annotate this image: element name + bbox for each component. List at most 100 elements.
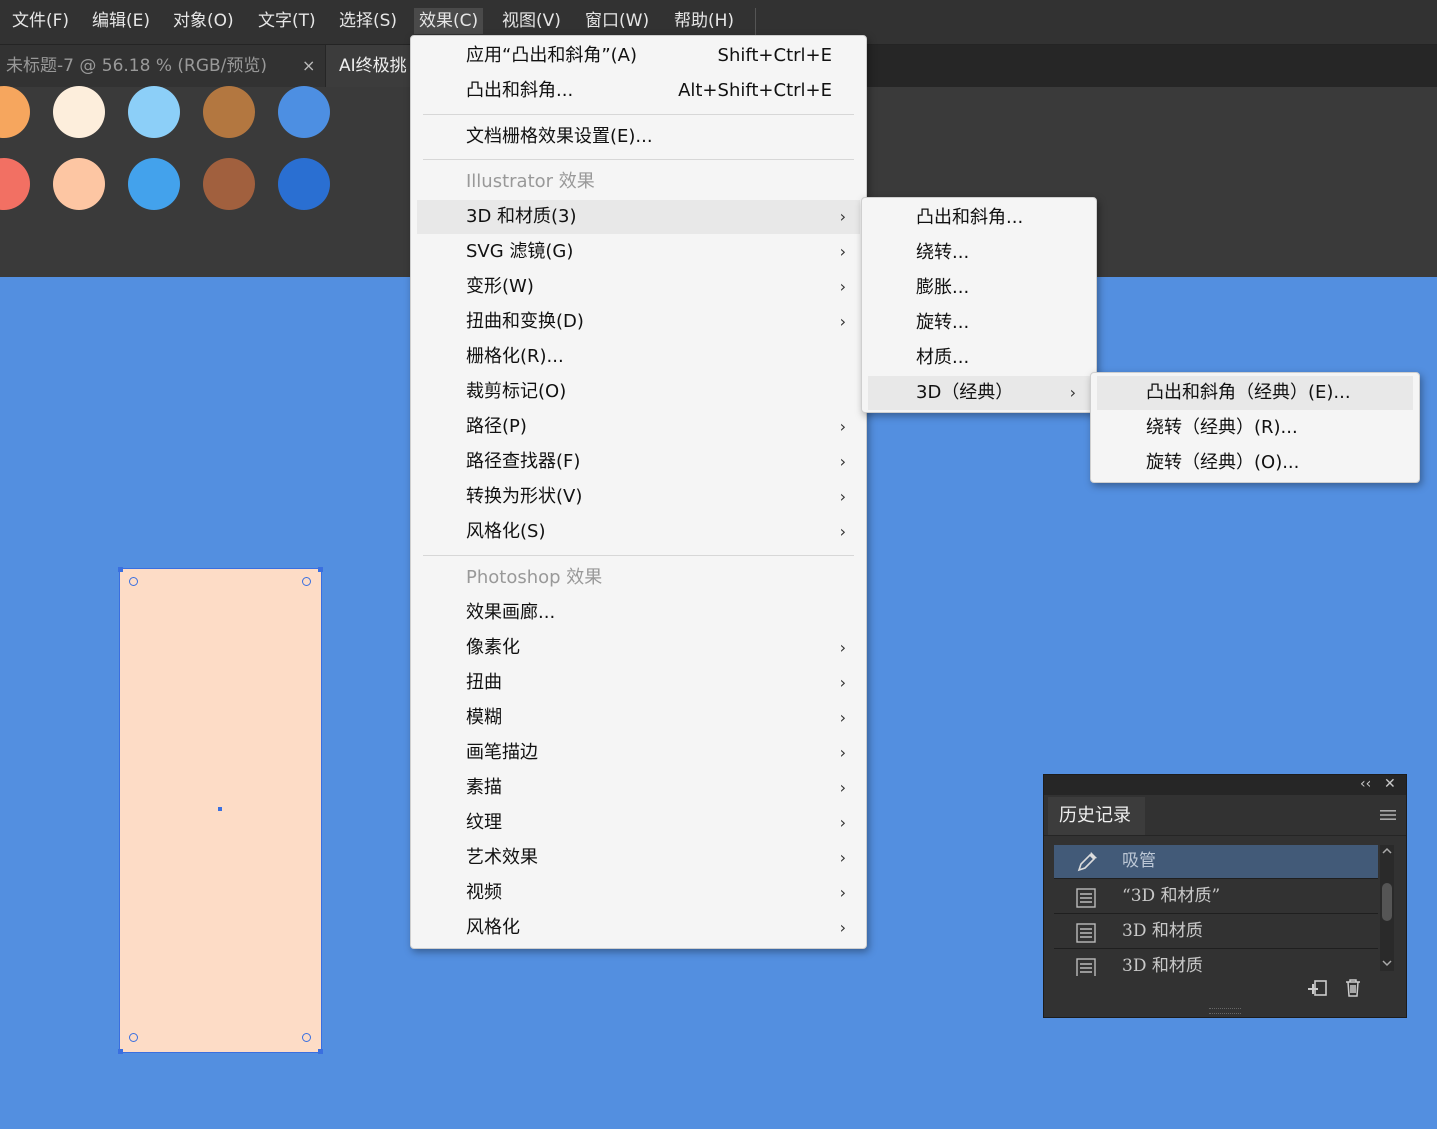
menu-item-photoshop-effect[interactable]: 纹理 ›	[417, 806, 860, 840]
color-swatch[interactable]	[0, 158, 30, 210]
menu-item-3d-classic[interactable]: 旋转（经典）(O)...	[1097, 446, 1413, 480]
menu-item-photoshop-effect[interactable]: 模糊 ›	[417, 701, 860, 735]
menu-item-apply-last-effect[interactable]: 应用“凸出和斜角”(A) Shift+Ctrl+E	[417, 39, 860, 73]
menu-help[interactable]: 帮助(H)	[669, 8, 739, 34]
chevron-right-icon: ›	[839, 673, 846, 692]
menu-item-photoshop-effect[interactable]: 艺术效果 ›	[417, 841, 860, 875]
scroll-thumb[interactable]	[1382, 883, 1392, 921]
history-scrollbar[interactable]	[1380, 845, 1394, 971]
menu-item-3d[interactable]: 凸出和斜角...	[868, 201, 1090, 235]
menu-item-illustrator-effect[interactable]: 栅格化(R)...	[417, 340, 860, 374]
menu-item-label: 绕转...	[916, 242, 970, 263]
color-swatch[interactable]	[53, 86, 105, 138]
chevron-right-icon: ›	[839, 883, 846, 902]
menu-item-3d[interactable]: 膨胀...	[868, 271, 1090, 305]
menu-select[interactable]: 选择(S)	[334, 8, 402, 34]
color-swatch[interactable]	[278, 158, 330, 210]
history-row[interactable]: 3D 和材质	[1054, 950, 1378, 976]
history-row-label: 3D 和材质	[1122, 921, 1203, 941]
color-swatch[interactable]	[278, 86, 330, 138]
menu-item-illustrator-effect[interactable]: 风格化(S) ›	[417, 515, 860, 549]
menu-item-illustrator-effect[interactable]: 3D 和材质(3) ›	[417, 200, 860, 234]
corner-widget[interactable]	[302, 577, 311, 586]
menu-item-3d[interactable]: 绕转...	[868, 236, 1090, 270]
menu-item-photoshop-effect[interactable]: 素描 ›	[417, 771, 860, 805]
corner-widget[interactable]	[302, 1033, 311, 1042]
menu-item-3d-classic[interactable]: 凸出和斜角（经典）(E)...	[1097, 376, 1413, 410]
menu-edit[interactable]: 编辑(E)	[87, 8, 155, 34]
menu-item-photoshop-effect[interactable]: 风格化 ›	[417, 911, 860, 945]
menu-item-3d[interactable]: 3D（经典） ›	[868, 376, 1090, 410]
menu-item-label: 文档栅格效果设置(E)...	[466, 126, 653, 147]
menu-item-3d[interactable]: 材质...	[868, 341, 1090, 375]
selection-corner[interactable]	[318, 1049, 323, 1054]
menu-item-label: 风格化(S)	[466, 521, 546, 542]
menu-item-3d[interactable]: 旋转...	[868, 306, 1090, 340]
selection-corner[interactable]	[118, 567, 123, 572]
corner-widget[interactable]	[129, 577, 138, 586]
document-state-icon	[1076, 887, 1096, 908]
color-swatch[interactable]	[128, 86, 180, 138]
menu-item-illustrator-effect[interactable]: 扭曲和变换(D) ›	[417, 305, 860, 339]
menu-item-label: 扭曲和变换(D)	[466, 311, 584, 332]
menu-item-label: 绕转（经典）(R)...	[1146, 417, 1298, 438]
history-row[interactable]: “3D 和材质”	[1054, 880, 1378, 914]
color-swatch[interactable]	[128, 158, 180, 210]
menu-item-label: 材质...	[916, 347, 970, 368]
menu-item-illustrator-effect[interactable]: 变形(W) ›	[417, 270, 860, 304]
menu-item-illustrator-effect[interactable]: 裁剪标记(O)	[417, 375, 860, 409]
menu-item-label: 3D（经典）	[916, 382, 1014, 403]
scroll-down-icon[interactable]	[1382, 959, 1392, 967]
tab-document-1[interactable]: 未标题-7 @ 56.18 % (RGB/预览) ×	[0, 45, 325, 87]
history-row[interactable]: 吸管	[1054, 845, 1378, 879]
selection-corner[interactable]	[118, 1049, 123, 1054]
close-icon[interactable]: ×	[302, 45, 315, 87]
menu-item-illustrator-effect[interactable]: SVG 滤镜(G) ›	[417, 235, 860, 269]
close-icon[interactable]: ✕	[1384, 776, 1396, 792]
menu-item-label: 纹理	[466, 812, 502, 833]
menu-divider	[423, 159, 854, 160]
color-swatch[interactable]	[53, 158, 105, 210]
menu-object[interactable]: 对象(O)	[168, 8, 239, 34]
menu-item-illustrator-effect[interactable]: 转换为形状(V) ›	[417, 480, 860, 514]
color-swatch[interactable]	[203, 158, 255, 210]
color-swatch[interactable]	[203, 86, 255, 138]
new-document-from-state-icon[interactable]	[1306, 979, 1328, 1003]
menu-item-label: 扭曲	[466, 672, 502, 693]
menu-item-illustrator-effect[interactable]: 路径(P) ›	[417, 410, 860, 444]
section-header-label: Photoshop 效果	[466, 567, 603, 588]
menu-file[interactable]: 文件(F)	[7, 8, 74, 34]
menu-effect[interactable]: 效果(C)	[414, 8, 484, 34]
menu-item-3d-classic[interactable]: 绕转（经典）(R)...	[1097, 411, 1413, 445]
menu-item-label: 像素化	[466, 637, 520, 658]
menu-item-label: 3D 和材质(3)	[466, 206, 577, 227]
color-swatch[interactable]	[0, 86, 30, 138]
menu-item-photoshop-effect[interactable]: 画笔描边 ›	[417, 736, 860, 770]
menu-item-last-effect[interactable]: 凸出和斜角... Alt+Shift+Ctrl+E	[417, 74, 860, 108]
corner-widget[interactable]	[129, 1033, 138, 1042]
chevron-right-icon: ›	[839, 918, 846, 937]
menu-item-photoshop-effect[interactable]: 扭曲 ›	[417, 666, 860, 700]
shortcut-label: Alt+Shift+Ctrl+E	[678, 80, 832, 101]
menu-item-photoshop-effect[interactable]: 视频 ›	[417, 876, 860, 910]
submenu-3d-classic: 凸出和斜角（经典）(E)... 绕转（经典）(R)... 旋转（经典）(O)...	[1090, 372, 1420, 483]
panel-menu-icon[interactable]	[1380, 807, 1396, 826]
history-row[interactable]: 3D 和材质	[1054, 915, 1378, 949]
trash-icon[interactable]	[1344, 978, 1362, 1002]
shortcut-label: Shift+Ctrl+E	[717, 45, 832, 66]
panel-titlebar: ‹‹ ✕	[1044, 775, 1406, 795]
menu-item-photoshop-effect[interactable]: 像素化 ›	[417, 631, 860, 665]
resize-grip[interactable]	[1209, 1008, 1241, 1014]
menu-item-photoshop-effect[interactable]: 效果画廊...	[417, 596, 860, 630]
tab-history[interactable]: 历史记录	[1048, 797, 1145, 835]
scroll-up-icon[interactable]	[1382, 847, 1392, 855]
menu-item-label: 转换为形状(V)	[466, 486, 583, 507]
section-header-illustrator: Illustrator 效果	[417, 165, 860, 199]
menu-item-doc-raster-settings[interactable]: 文档栅格效果设置(E)...	[417, 120, 860, 154]
menu-window[interactable]: 窗口(W)	[580, 8, 654, 34]
menu-item-illustrator-effect[interactable]: 路径查找器(F) ›	[417, 445, 860, 479]
collapse-icon[interactable]: ‹‹	[1360, 776, 1371, 792]
menu-type[interactable]: 文字(T)	[253, 8, 321, 34]
menu-view[interactable]: 视图(V)	[497, 8, 566, 34]
selection-corner[interactable]	[318, 567, 323, 572]
